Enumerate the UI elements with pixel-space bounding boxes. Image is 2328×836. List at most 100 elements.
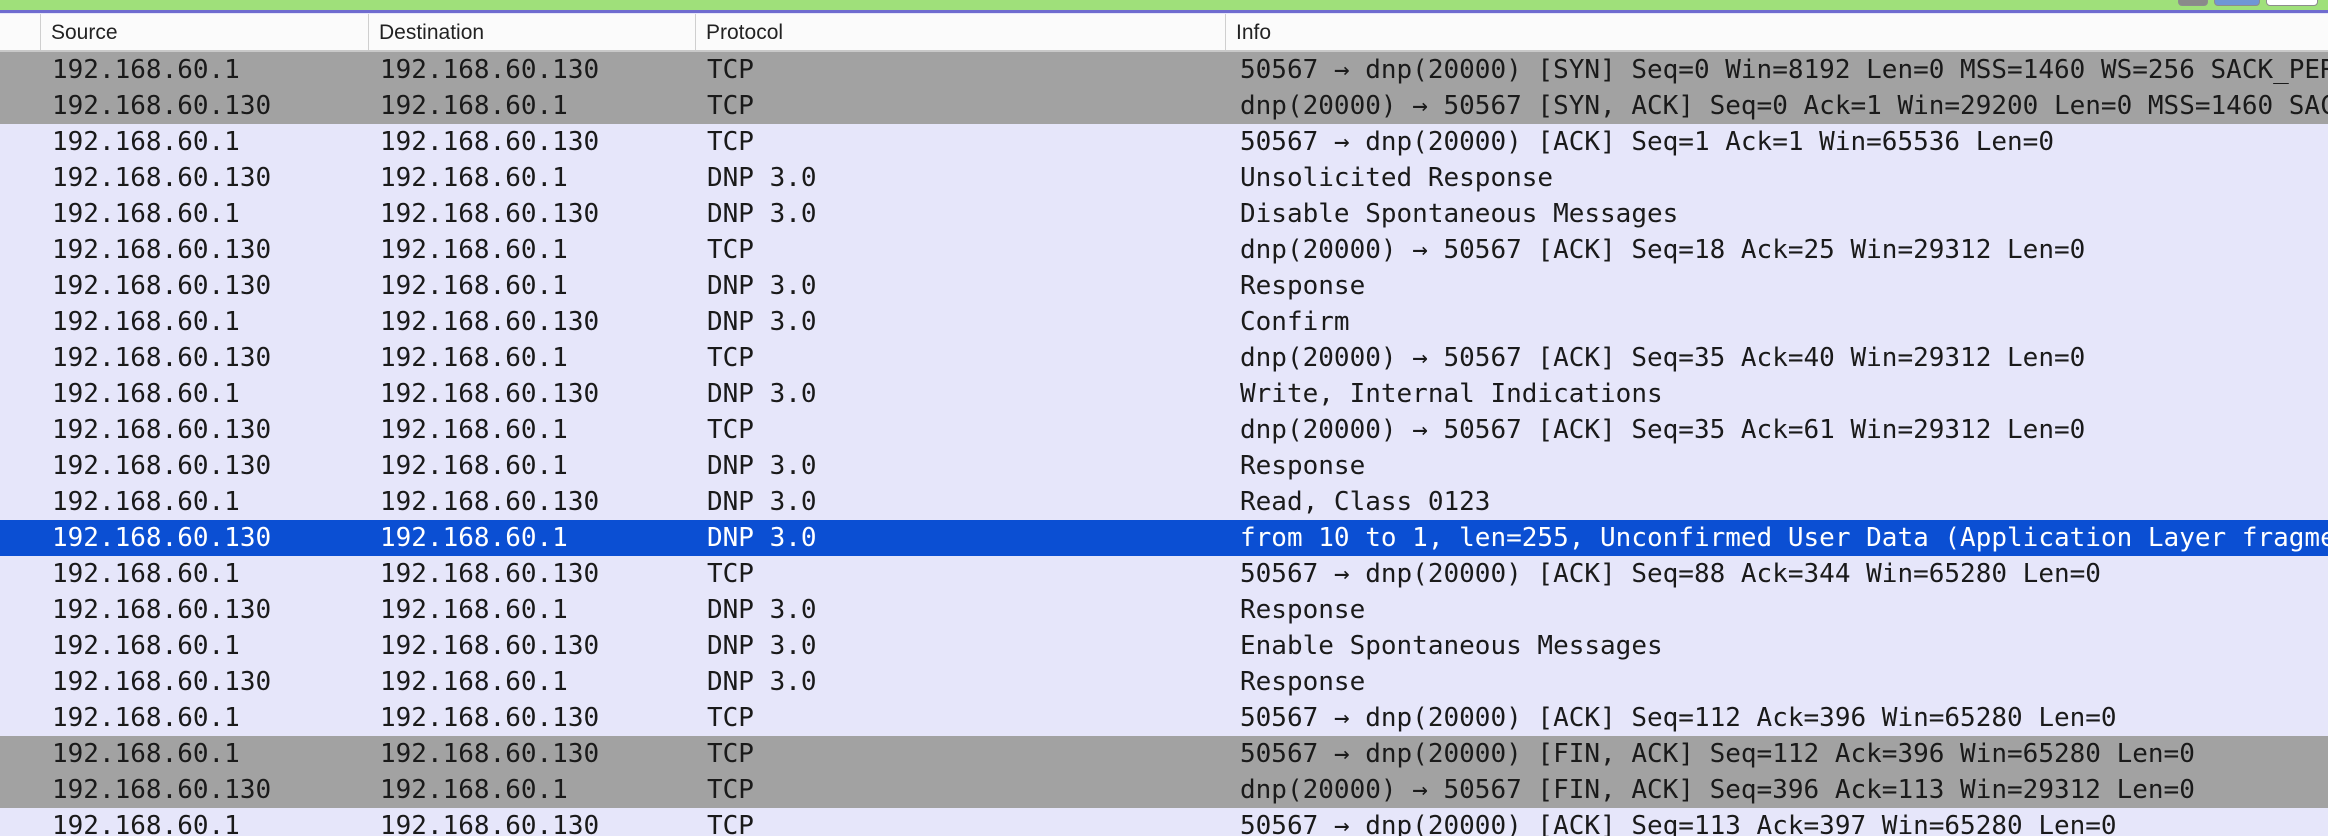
packet-protocol: DNP 3.0 <box>707 199 817 229</box>
packet-protocol: DNP 3.0 <box>707 487 817 517</box>
packet-list-header: Source Destination Protocol Info <box>0 14 2328 52</box>
packet-info: 50567 → dnp(20000) [ACK] Seq=88 Ack=344 … <box>1240 559 2101 589</box>
packet-protocol: TCP <box>707 559 754 589</box>
packet-protocol: DNP 3.0 <box>707 163 817 193</box>
packet-protocol: TCP <box>707 775 754 805</box>
filter-clear-button[interactable] <box>2178 0 2208 6</box>
packet-info: from 10 to 1, len=255, Unconfirmed User … <box>1240 523 2328 553</box>
packet-destination: 192.168.60.1 <box>380 775 568 805</box>
column-header-protocol[interactable]: Protocol <box>695 14 1225 50</box>
packet-destination: 192.168.60.1 <box>380 523 568 553</box>
packet-info: dnp(20000) → 50567 [FIN, ACK] Seq=396 Ac… <box>1240 775 2195 805</box>
column-header-no[interactable] <box>0 14 40 50</box>
packet-source: 192.168.60.1 <box>52 379 240 409</box>
packet-row[interactable]: 192.168.60.1 192.168.60.130 TCP 50567 → dnp… <box>0 736 2328 772</box>
packet-protocol: DNP 3.0 <box>707 667 817 697</box>
packet-destination: 192.168.60.130 <box>380 631 600 661</box>
packet-row[interactable]: 192.168.60.1 192.168.60.130 TCP 50567 → dnp… <box>0 700 2328 736</box>
packet-protocol: TCP <box>707 127 754 157</box>
packet-source: 192.168.60.130 <box>52 667 272 697</box>
packet-destination: 192.168.60.1 <box>380 235 568 265</box>
packet-destination: 192.168.60.130 <box>380 307 600 337</box>
packet-row[interactable]: 192.168.60.1 192.168.60.130 DNP 3.0 Read, C… <box>0 484 2328 520</box>
packet-info: Unsolicited Response <box>1240 163 1554 193</box>
packet-row[interactable]: 192.168.60.1 192.168.60.130 TCP 50567 → dnp… <box>0 124 2328 160</box>
column-header-source[interactable]: Source <box>40 14 368 50</box>
packet-row[interactable]: 192.168.60.130 192.168.60.1 TCP dnp(20000) … <box>0 772 2328 808</box>
packet-protocol: TCP <box>707 811 754 836</box>
packet-destination: 192.168.60.1 <box>380 451 568 481</box>
packet-protocol: DNP 3.0 <box>707 523 817 553</box>
packet-info: 50567 → dnp(20000) [ACK] Seq=1 Ack=1 Win… <box>1240 127 2054 157</box>
packet-info: Confirm <box>1240 307 1350 337</box>
packet-source: 192.168.60.1 <box>52 487 240 517</box>
packet-row[interactable]: 192.168.60.130 192.168.60.1 DNP 3.0 Respons… <box>0 592 2328 628</box>
packet-destination: 192.168.60.130 <box>380 199 600 229</box>
packet-row-selected[interactable]: 192.168.60.130 192.168.60.1 DNP 3.0 from 10… <box>0 520 2328 556</box>
packet-list: 192.168.60.1 192.168.60.130 TCP 50567 → dnp… <box>0 52 2328 836</box>
packet-info: dnp(20000) → 50567 [ACK] Seq=18 Ack=25 W… <box>1240 235 2086 265</box>
packet-info: dnp(20000) → 50567 [SYN, ACK] Seq=0 Ack=… <box>1240 91 2328 121</box>
packet-protocol: DNP 3.0 <box>707 595 817 625</box>
packet-info: dnp(20000) → 50567 [ACK] Seq=35 Ack=61 W… <box>1240 415 2086 445</box>
packet-row[interactable]: 192.168.60.1 192.168.60.130 TCP 50567 → dnp… <box>0 808 2328 836</box>
column-header-info[interactable]: Info <box>1225 14 2328 50</box>
packet-row[interactable]: 192.168.60.130 192.168.60.1 DNP 3.0 Respons… <box>0 268 2328 304</box>
packet-source: 192.168.60.130 <box>52 595 272 625</box>
packet-source: 192.168.60.130 <box>52 343 272 373</box>
packet-source: 192.168.60.130 <box>52 163 272 193</box>
packet-protocol: TCP <box>707 739 754 769</box>
packet-destination: 192.168.60.1 <box>380 415 568 445</box>
packet-destination: 192.168.60.1 <box>380 667 568 697</box>
packet-destination: 192.168.60.1 <box>380 163 568 193</box>
filter-apply-button[interactable] <box>2214 0 2260 6</box>
packet-protocol: DNP 3.0 <box>707 451 817 481</box>
packet-destination: 192.168.60.130 <box>380 559 600 589</box>
column-header-destination[interactable]: Destination <box>368 14 695 50</box>
packet-info: dnp(20000) → 50567 [ACK] Seq=35 Ack=40 W… <box>1240 343 2086 373</box>
packet-source: 192.168.60.130 <box>52 775 272 805</box>
packet-row[interactable]: 192.168.60.1 192.168.60.130 DNP 3.0 Disable… <box>0 196 2328 232</box>
filter-expression-button[interactable] <box>2266 0 2318 6</box>
packet-source: 192.168.60.1 <box>52 199 240 229</box>
packet-source: 192.168.60.1 <box>52 127 240 157</box>
packet-row[interactable]: 192.168.60.130 192.168.60.1 DNP 3.0 Respons… <box>0 448 2328 484</box>
packet-row[interactable]: 192.168.60.1 192.168.60.130 DNP 3.0 Enable … <box>0 628 2328 664</box>
packet-source: 192.168.60.130 <box>52 451 272 481</box>
packet-protocol: DNP 3.0 <box>707 307 817 337</box>
packet-source: 192.168.60.130 <box>52 523 272 553</box>
packet-row[interactable]: 192.168.60.130 192.168.60.1 TCP dnp(20000) … <box>0 412 2328 448</box>
packet-row[interactable]: 192.168.60.130 192.168.60.1 TCP dnp(20000) … <box>0 340 2328 376</box>
packet-info: Disable Spontaneous Messages <box>1240 199 1679 229</box>
packet-protocol: TCP <box>707 415 754 445</box>
packet-info: Response <box>1240 667 1366 697</box>
packet-destination: 192.168.60.130 <box>380 127 600 157</box>
packet-row[interactable]: 192.168.60.1 192.168.60.130 TCP 50567 → dnp… <box>0 556 2328 592</box>
packet-row[interactable]: 192.168.60.130 192.168.60.1 TCP dnp(20000) … <box>0 88 2328 124</box>
packet-destination: 192.168.60.130 <box>380 379 600 409</box>
packet-protocol: TCP <box>707 703 754 733</box>
packet-row[interactable]: 192.168.60.1 192.168.60.130 TCP 50567 → dnp… <box>0 52 2328 88</box>
packet-protocol: TCP <box>707 91 754 121</box>
packet-info: Enable Spontaneous Messages <box>1240 631 1663 661</box>
packet-source: 192.168.60.1 <box>52 739 240 769</box>
packet-row[interactable]: 192.168.60.130 192.168.60.1 DNP 3.0 Unsolic… <box>0 160 2328 196</box>
packet-info: Response <box>1240 451 1366 481</box>
packet-row[interactable]: 192.168.60.1 192.168.60.130 DNP 3.0 Confirm <box>0 304 2328 340</box>
packet-protocol: DNP 3.0 <box>707 271 817 301</box>
packet-info: 50567 → dnp(20000) [ACK] Seq=112 Ack=396… <box>1240 703 2117 733</box>
packet-info: 50567 → dnp(20000) [ACK] Seq=113 Ack=397… <box>1240 811 2117 836</box>
packet-source: 192.168.60.1 <box>52 55 240 85</box>
packet-source: 192.168.60.1 <box>52 703 240 733</box>
packet-row[interactable]: 192.168.60.130 192.168.60.1 DNP 3.0 Respons… <box>0 664 2328 700</box>
packet-row[interactable]: 192.168.60.130 192.168.60.1 TCP dnp(20000) … <box>0 232 2328 268</box>
packet-info: 50567 → dnp(20000) [FIN, ACK] Seq=112 Ac… <box>1240 739 2195 769</box>
display-filter-bar <box>0 0 2328 13</box>
packet-info: Write, Internal Indications <box>1240 379 1663 409</box>
packet-source: 192.168.60.1 <box>52 307 240 337</box>
packet-info: 50567 → dnp(20000) [SYN] Seq=0 Win=8192 … <box>1240 55 2328 85</box>
packet-source: 192.168.60.130 <box>52 91 272 121</box>
packet-info: Read, Class 0123 <box>1240 487 1491 517</box>
packet-row[interactable]: 192.168.60.1 192.168.60.130 DNP 3.0 Write, … <box>0 376 2328 412</box>
packet-destination: 192.168.60.1 <box>380 595 568 625</box>
